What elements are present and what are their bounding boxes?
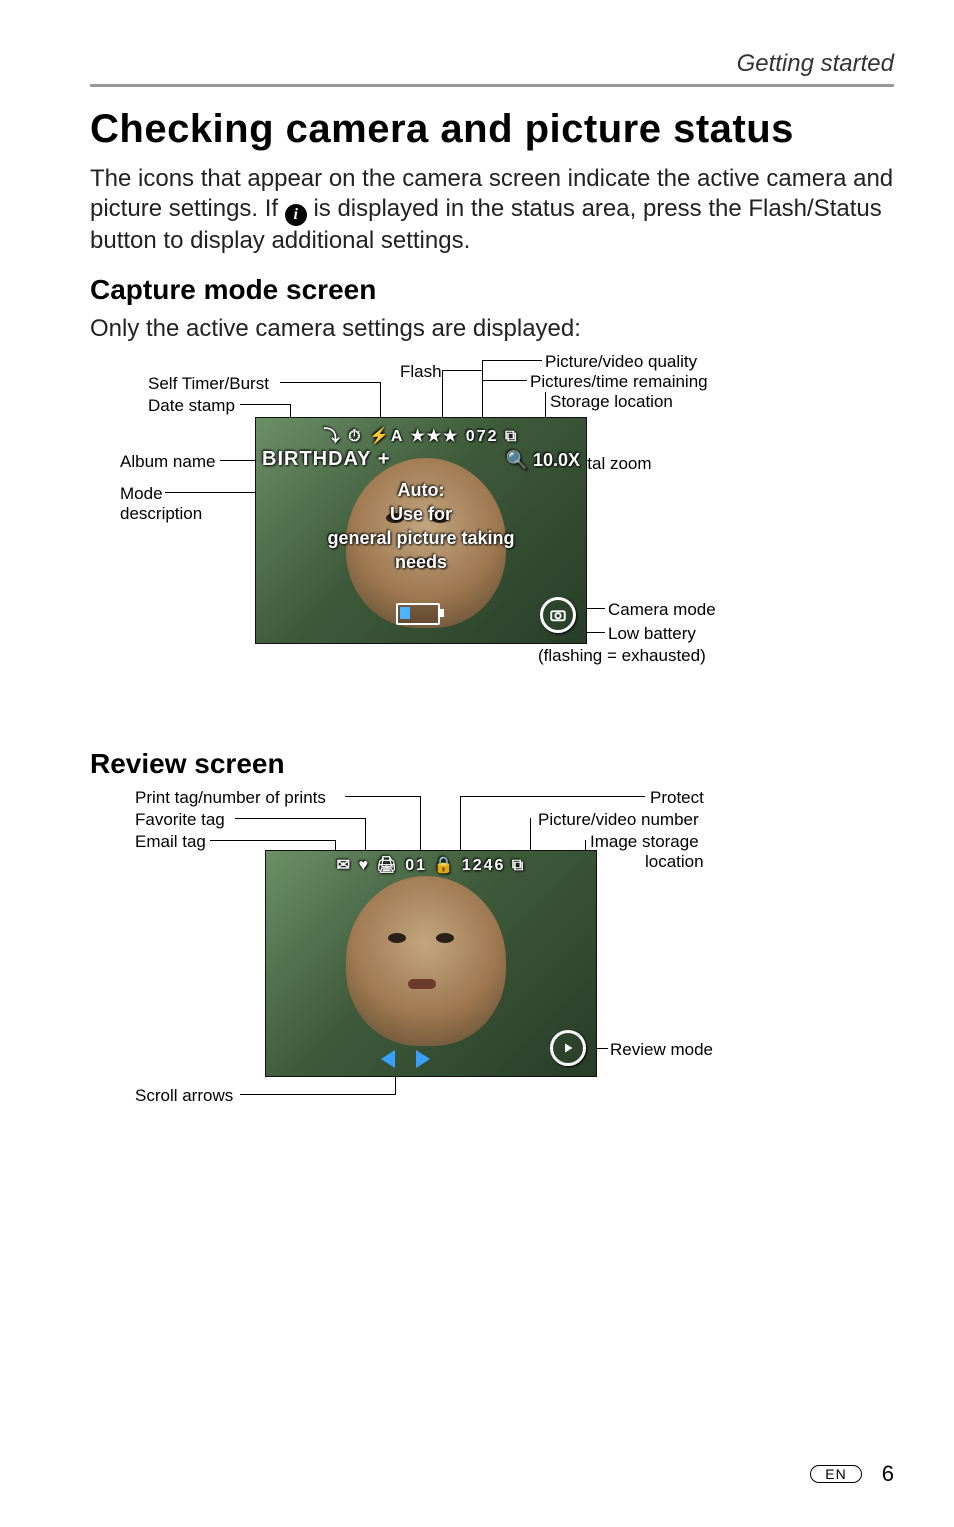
review-heading: Review screen xyxy=(90,748,894,780)
callout-storage: Storage location xyxy=(550,392,673,412)
capture-heading: Capture mode screen xyxy=(90,274,894,306)
osd-mode-1: Auto: xyxy=(256,480,586,501)
callout-remaining: Pictures/time remaining xyxy=(530,372,708,392)
info-icon: i xyxy=(285,204,307,226)
callout-album-name: Album name xyxy=(120,452,215,472)
page-footer: EN 6 xyxy=(810,1461,894,1487)
callout-review-mode: Review mode xyxy=(610,1040,713,1060)
callout-storage-1: Image storage xyxy=(590,832,699,852)
osd-album-text: BIRTHDAY xyxy=(262,448,371,470)
osd-album: BIRTHDAY + xyxy=(262,448,390,471)
callout-pic-number: Picture/video number xyxy=(538,810,699,830)
callout-date-stamp: Date stamp xyxy=(148,396,235,416)
callout-mode-desc-2: description xyxy=(120,504,202,524)
callout-scroll-arrows: Scroll arrows xyxy=(135,1086,233,1106)
callout-protect: Protect xyxy=(650,788,704,808)
osd-mode-3: general picture taking xyxy=(256,528,586,549)
osd-top-icons: ⤵ ⏱ ⚡A ★★★ 072 ⧉ xyxy=(256,422,586,446)
osd-review-top: ✉ ♥ 🖨 01 🔒 1246 ⧉ xyxy=(266,855,596,875)
camera-screen-capture: ⤵ ⏱ ⚡A ★★★ 072 ⧉ BIRTHDAY + 🔍 10.0X Auto… xyxy=(255,417,587,644)
osd-mode-4: needs xyxy=(256,552,586,573)
camera-screen-review: ✉ ♥ 🖨 01 🔒 1246 ⧉ xyxy=(265,850,597,1077)
scroll-left-icon xyxy=(381,1050,395,1068)
callout-favorite-tag: Favorite tag xyxy=(135,810,225,830)
osd-zoom-value: 10.0X xyxy=(533,450,580,470)
battery-icon xyxy=(396,603,440,625)
lang-indicator: EN xyxy=(810,1465,861,1483)
callout-mode-desc-1: Mode xyxy=(120,484,163,504)
callout-low-batt: Low battery xyxy=(608,624,696,644)
callout-camera-mode: Camera mode xyxy=(608,600,716,620)
running-head: Getting started xyxy=(90,50,894,87)
osd-mode-2: Use for xyxy=(256,504,586,525)
osd-album-plus: + xyxy=(378,448,391,470)
review-mode-icon xyxy=(550,1030,586,1066)
callout-self-timer: Self Timer/Burst xyxy=(148,374,269,394)
callout-email-tag: Email tag xyxy=(135,832,206,852)
page-number: 6 xyxy=(882,1461,894,1487)
scroll-right-icon xyxy=(416,1050,430,1068)
callout-print-tag: Print tag/number of prints xyxy=(135,788,326,808)
capture-diagram: Self Timer/Burst Date stamp Flash Pictur… xyxy=(90,362,894,712)
callout-flash: Flash xyxy=(400,362,442,382)
callout-low-batt-sub: (flashing = exhausted) xyxy=(538,646,706,666)
osd-zoom: 🔍 10.0X xyxy=(506,450,580,471)
zoom-icon: 🔍 xyxy=(506,450,528,470)
callout-storage-2: location xyxy=(645,852,704,872)
camera-mode-icon xyxy=(540,597,576,633)
capture-subtext: Only the active camera settings are disp… xyxy=(90,314,894,344)
callout-quality: Picture/video quality xyxy=(545,352,697,372)
page-title: Checking camera and picture status xyxy=(90,107,894,152)
review-diagram: Print tag/number of prints Favorite tag … xyxy=(90,788,894,1118)
intro-paragraph: The icons that appear on the camera scre… xyxy=(90,164,894,256)
